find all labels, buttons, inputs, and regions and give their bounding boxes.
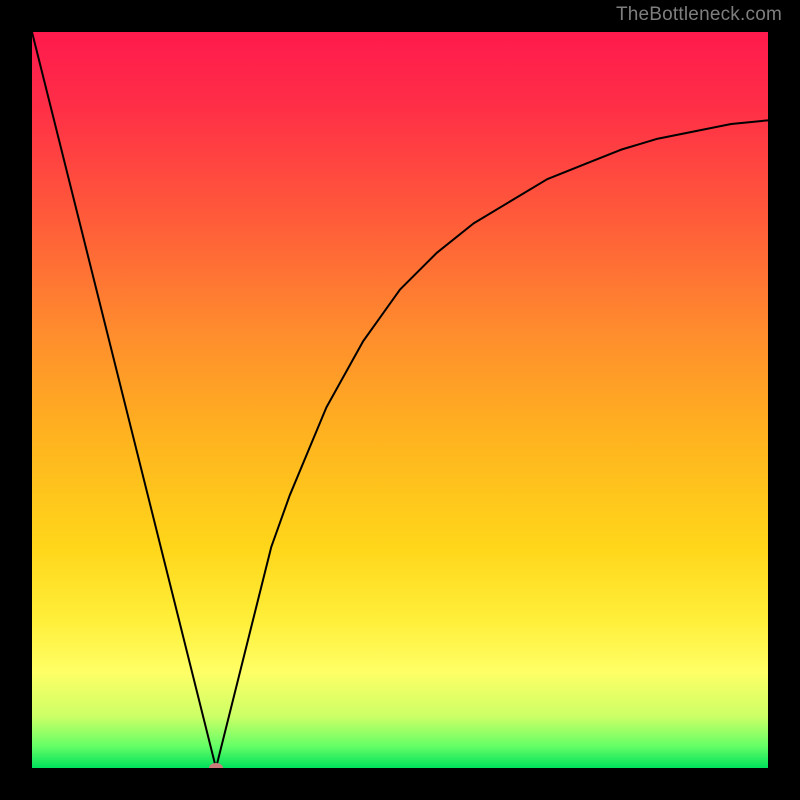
watermark-text: TheBottleneck.com <box>616 4 782 26</box>
bottleneck-curve <box>32 32 768 768</box>
optimum-marker <box>209 763 223 768</box>
chart-canvas: TheBottleneck.com <box>0 0 800 800</box>
plot-area <box>32 32 768 768</box>
